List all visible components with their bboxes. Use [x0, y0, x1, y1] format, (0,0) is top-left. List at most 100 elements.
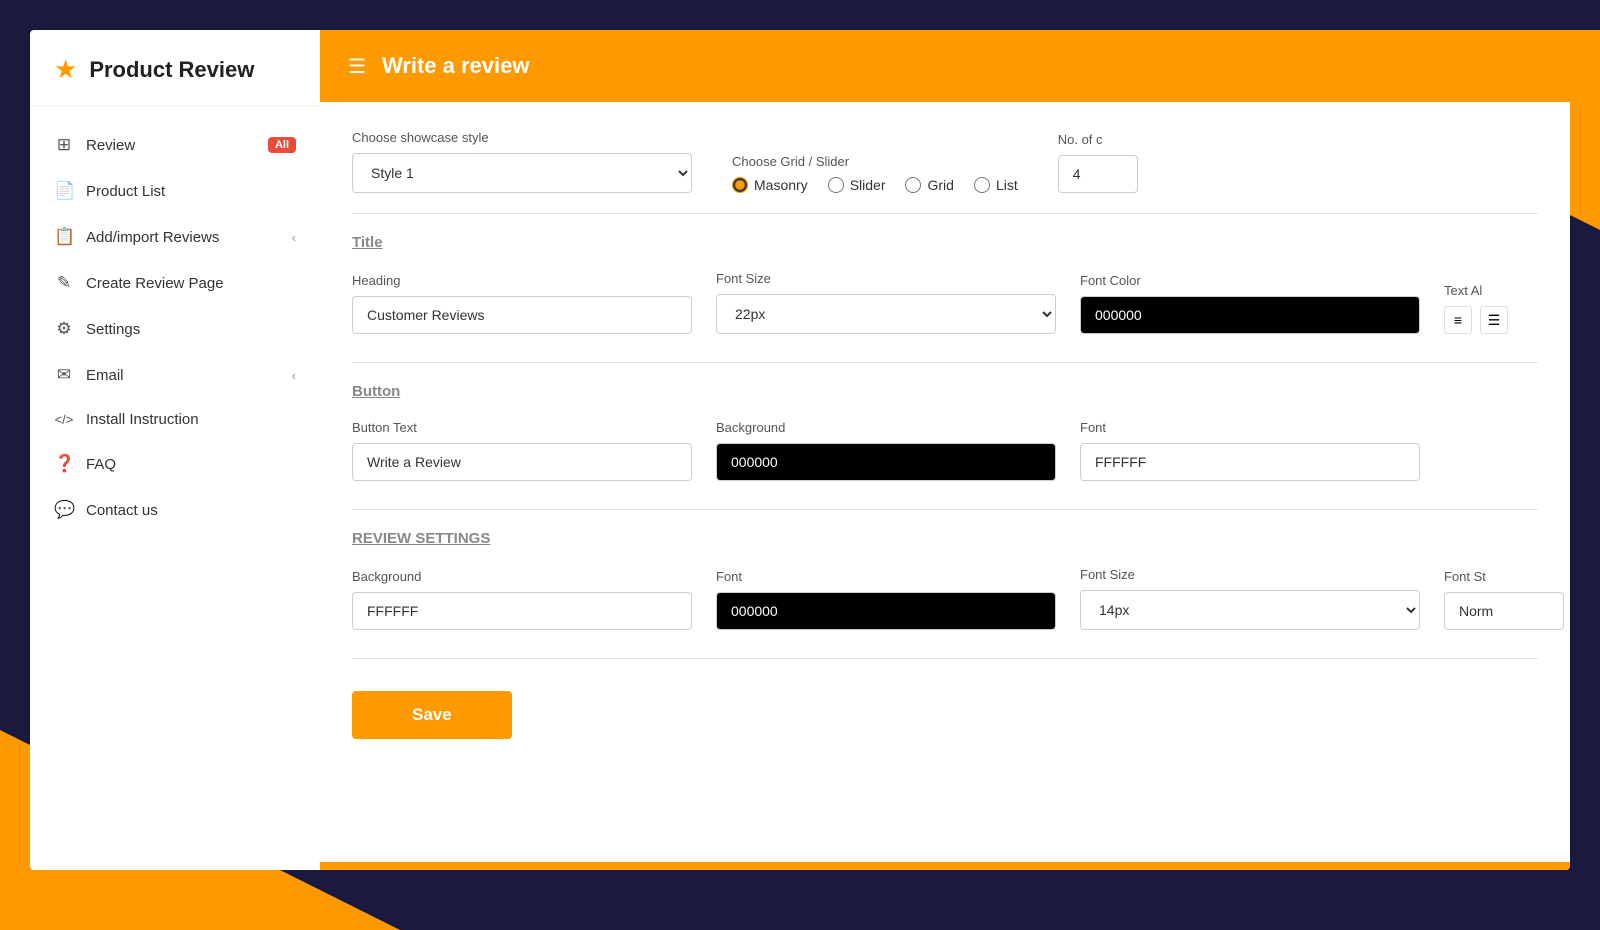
showcase-style-group: Choose showcase style Style 1 Style 2 St… — [352, 130, 692, 193]
edit-icon: ✎ — [54, 273, 74, 293]
showcase-section: Choose showcase style Style 1 Style 2 St… — [352, 130, 1538, 193]
review-font-style-group: Font St — [1444, 569, 1564, 630]
button-section-heading: Button — [352, 383, 1538, 400]
review-font-size-group: Font Size 12px 13px 14px 15px 16px — [1080, 567, 1420, 630]
page-title: Write a review — [382, 53, 530, 79]
sidebar-item-faq-label: FAQ — [86, 456, 116, 473]
radio-grid-label: Grid — [927, 177, 953, 193]
text-align-group: Text Al ≡ ☰ — [1444, 283, 1508, 334]
sidebar-item-create-review-page[interactable]: ✎ Create Review Page — [30, 260, 320, 306]
bottom-bar — [320, 862, 1570, 870]
heading-group: Heading — [352, 273, 692, 334]
sidebar-item-email[interactable]: ✉ Email ‹ — [30, 352, 320, 398]
code-icon: </> — [54, 412, 74, 427]
radio-masonry-label: Masonry — [754, 177, 808, 193]
save-button[interactable]: Save — [352, 691, 512, 739]
radio-slider[interactable]: Slider — [828, 177, 886, 193]
align-left-icon[interactable]: ≡ — [1444, 306, 1472, 334]
num-columns-group: No. of c — [1058, 132, 1138, 193]
radio-grid[interactable]: Grid — [905, 177, 953, 193]
review-font-size-label: Font Size — [1080, 567, 1420, 582]
review-font-group: Font — [716, 569, 1056, 630]
button-bg-label: Background — [716, 420, 1056, 435]
chevron-left-icon: ‹ — [292, 230, 296, 245]
radio-masonry[interactable]: Masonry — [732, 177, 808, 193]
chevron-left-icon-2: ‹ — [292, 368, 296, 383]
radio-group: Masonry Slider Grid List — [732, 177, 1018, 193]
review-settings-section: REVIEW SETTINGS Background Font Font Siz… — [352, 530, 1538, 630]
button-text-label: Button Text — [352, 420, 692, 435]
sidebar: ★ Product Review ⊞ Review All 📄 Product … — [30, 30, 320, 870]
font-size-label: Font Size — [716, 271, 1056, 286]
font-color-input[interactable] — [1080, 296, 1420, 334]
title-section: Title Heading Font Size 14px 16px 18px 2… — [352, 234, 1538, 334]
review-settings-form-row: Background Font Font Size 12px 13px 14px — [352, 567, 1538, 630]
grid-slider-label: Choose Grid / Slider — [732, 154, 1018, 169]
badge-all: All — [268, 137, 296, 153]
sidebar-item-email-label: Email — [86, 367, 124, 384]
sidebar-item-review[interactable]: ⊞ Review All — [30, 122, 320, 168]
sidebar-item-contact-label: Contact us — [86, 502, 158, 519]
showcase-style-select[interactable]: Style 1 Style 2 Style 3 — [352, 153, 692, 193]
chat-icon: 💬 — [54, 500, 74, 520]
sidebar-item-product-list[interactable]: 📄 Product List — [30, 168, 320, 214]
grid-slider-group: Choose Grid / Slider Masonry Slider G — [732, 154, 1018, 193]
document-icon: 📄 — [54, 181, 74, 201]
align-center-icon[interactable]: ☰ — [1480, 306, 1508, 334]
radio-slider-input[interactable] — [828, 177, 844, 193]
sidebar-item-add-import-reviews[interactable]: 📋 Add/import Reviews ‹ — [30, 214, 320, 260]
button-text-group: Button Text — [352, 420, 692, 481]
review-font-style-label: Font St — [1444, 569, 1564, 584]
grid-icon: ⊞ — [54, 135, 74, 155]
review-font-size-select[interactable]: 12px 13px 14px 15px 16px — [1080, 590, 1420, 630]
sidebar-item-add-import-label: Add/import Reviews — [86, 229, 219, 246]
email-icon: ✉ — [54, 365, 74, 385]
faq-icon: ❓ — [54, 454, 74, 474]
sidebar-logo: ★ Product Review — [30, 30, 320, 106]
font-size-group: Font Size 14px 16px 18px 20px 22px 24px … — [716, 271, 1056, 334]
text-align-label: Text Al — [1444, 283, 1508, 298]
button-form-row: Button Text Background Font — [352, 420, 1538, 481]
review-settings-heading: REVIEW SETTINGS — [352, 530, 1538, 547]
button-text-input[interactable] — [352, 443, 692, 481]
sidebar-item-product-list-label: Product List — [86, 183, 165, 200]
sidebar-item-settings[interactable]: ⚙ Settings — [30, 306, 320, 352]
review-font-input[interactable] — [716, 592, 1056, 630]
title-form-row: Heading Font Size 14px 16px 18px 20px 22… — [352, 271, 1538, 334]
sidebar-item-review-label: Review — [86, 137, 135, 154]
sidebar-item-faq[interactable]: ❓ FAQ — [30, 441, 320, 487]
review-font-label: Font — [716, 569, 1056, 584]
review-bg-label: Background — [352, 569, 692, 584]
radio-slider-label: Slider — [850, 177, 886, 193]
app-title: Product Review — [89, 57, 254, 83]
main-content-area: ☰ Write a review Choose showcase style S… — [320, 30, 1570, 870]
sidebar-nav: ⊞ Review All 📄 Product List 📋 Add/import… — [30, 106, 320, 870]
sidebar-item-install-label: Install Instruction — [86, 411, 199, 428]
sidebar-item-install-instruction[interactable]: </> Install Instruction — [30, 398, 320, 441]
divider-3 — [352, 509, 1538, 510]
button-font-label: Font — [1080, 420, 1420, 435]
radio-list-input[interactable] — [974, 177, 990, 193]
main-form: Choose showcase style Style 1 Style 2 St… — [320, 102, 1570, 862]
button-bg-input[interactable] — [716, 443, 1056, 481]
text-align-controls: ≡ ☰ — [1444, 306, 1508, 334]
review-bg-input[interactable] — [352, 592, 692, 630]
review-bg-group: Background — [352, 569, 692, 630]
radio-grid-input[interactable] — [905, 177, 921, 193]
title-section-heading: Title — [352, 234, 1538, 251]
button-bg-group: Background — [716, 420, 1056, 481]
radio-list-label: List — [996, 177, 1018, 193]
star-icon: ★ — [54, 54, 77, 85]
num-columns-input[interactable] — [1058, 155, 1138, 193]
heading-input[interactable] — [352, 296, 692, 334]
radio-list[interactable]: List — [974, 177, 1018, 193]
button-section: Button Button Text Background Font — [352, 383, 1538, 481]
radio-masonry-input[interactable] — [732, 177, 748, 193]
sidebar-item-contact-us[interactable]: 💬 Contact us — [30, 487, 320, 533]
gear-icon: ⚙ — [54, 319, 74, 339]
hamburger-icon[interactable]: ☰ — [348, 54, 366, 79]
button-font-input[interactable] — [1080, 443, 1420, 481]
font-size-select[interactable]: 14px 16px 18px 20px 22px 24px 28px — [716, 294, 1056, 334]
review-font-style-input[interactable] — [1444, 592, 1564, 630]
layers-icon: 📋 — [54, 227, 74, 247]
